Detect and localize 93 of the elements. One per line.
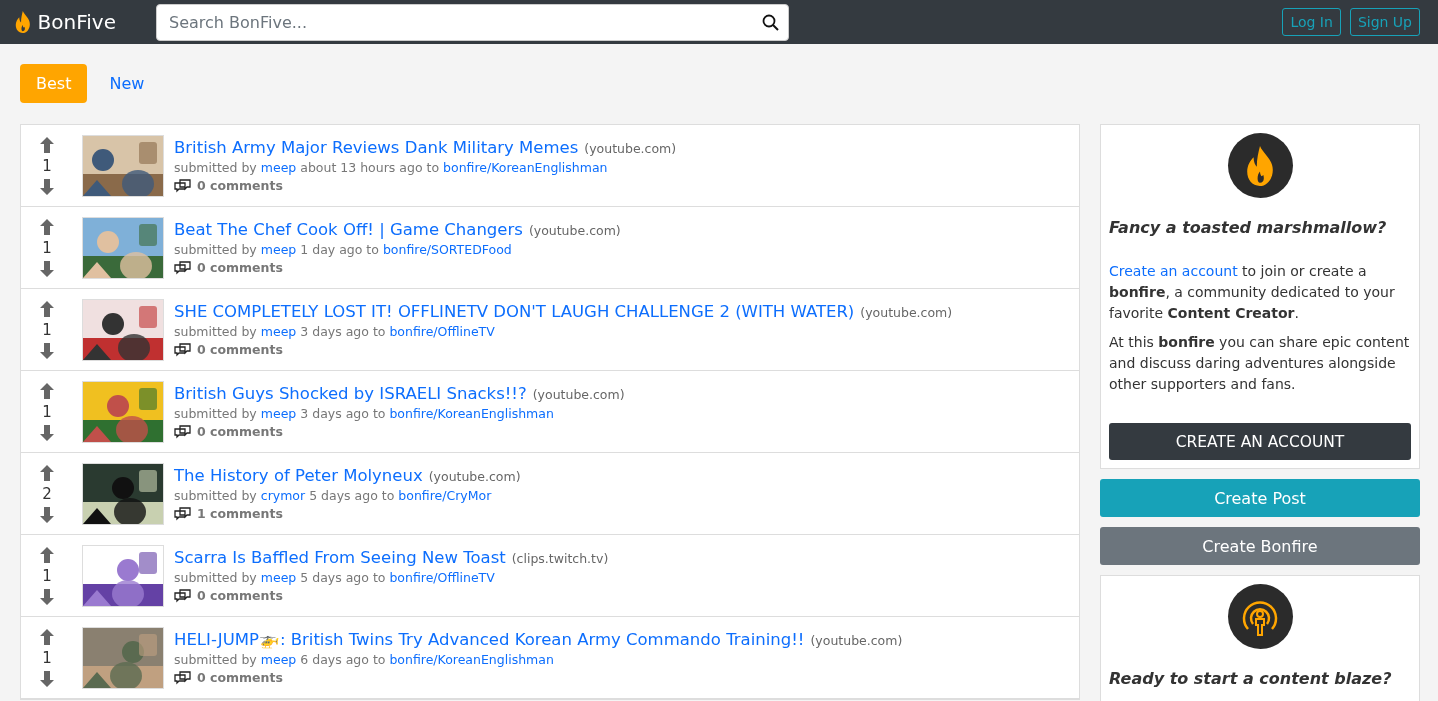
- card-paragraph: At this bonfire you can share epic content and discuss daring adventures alongside other supporters and fans.: [1109, 333, 1411, 394]
- downvote-arrow-icon[interactable]: [40, 588, 54, 605]
- vote-score: 1: [42, 238, 52, 257]
- post-age-text: about 13 hours ago to: [300, 160, 440, 175]
- comments-link[interactable]: 0 comments: [197, 588, 283, 603]
- upvote-arrow-icon[interactable]: [40, 300, 54, 317]
- card-heading: Fancy a toasted marshmallow?: [1109, 218, 1388, 237]
- username-link[interactable]: meep: [260, 570, 297, 585]
- search-field[interactable]: Search BonFive...: [156, 3, 789, 41]
- downvote-arrow-icon[interactable]: [40, 342, 54, 359]
- vote-score: 2: [42, 484, 52, 503]
- upvote-arrow-icon[interactable]: [40, 628, 54, 645]
- post-title-link[interactable]: British Army Major Reviews Dank Military Memes: [174, 138, 579, 157]
- comments-link[interactable]: 0 comments: [197, 670, 283, 685]
- comment-bubbles-icon: [174, 588, 191, 603]
- comment-bubbles-icon: [174, 342, 191, 357]
- comment-bubbles-icon: [174, 178, 191, 193]
- username-link[interactable]: meep: [260, 160, 297, 175]
- downvote-arrow-icon[interactable]: [40, 424, 54, 441]
- comment-bubbles-icon: [174, 506, 191, 521]
- vote-score: 1: [42, 156, 52, 175]
- username-link[interactable]: meep: [260, 242, 297, 257]
- card-heading: Ready to start a content blaze?: [1109, 669, 1393, 688]
- submitted-by-text: submitted by: [174, 242, 257, 257]
- comments-link[interactable]: 1 comments: [197, 506, 283, 521]
- post-title-link[interactable]: British Guys Shocked by ISRAELI Snacks!!?: [174, 384, 527, 403]
- community-link[interactable]: bonfire/SORTEDFood: [382, 242, 512, 257]
- submitted-by-text: submitted by: [174, 160, 257, 175]
- site-logo[interactable]: BonFive: [37, 10, 116, 34]
- community-link[interactable]: bonfire/OfflineTV: [389, 570, 495, 585]
- create-post-button[interactable]: Create Post: [1100, 479, 1420, 517]
- post-domain: (youtube.com): [428, 469, 521, 484]
- post-domain: (youtube.com): [528, 223, 621, 238]
- post-age-text: 5 days ago to: [309, 488, 395, 503]
- create-bonfire-button[interactable]: Create Bonfire: [1100, 527, 1420, 565]
- post-title-link[interactable]: The History of Peter Molyneux: [174, 466, 423, 485]
- downvote-arrow-icon[interactable]: [40, 260, 54, 277]
- login-button[interactable]: Log In: [1282, 8, 1341, 36]
- submitted-by-text: submitted by: [174, 406, 257, 421]
- username-link[interactable]: crymor: [260, 488, 306, 503]
- comments-link[interactable]: 0 comments: [197, 178, 283, 193]
- community-link[interactable]: bonfire/CryMor: [398, 488, 492, 503]
- comments-link[interactable]: 0 comments: [197, 260, 283, 275]
- upvote-arrow-icon[interactable]: [40, 382, 54, 399]
- post-title-link[interactable]: HELI-JUMP🚁: British Twins Try Advanced Korean Army Commando Training!!: [174, 630, 805, 649]
- community-link[interactable]: bonfire/KoreanEnglishman: [443, 160, 608, 175]
- post-age-text: 6 days ago to: [300, 652, 386, 667]
- create-account-button[interactable]: CREATE AN ACCOUNT: [1109, 423, 1411, 460]
- post-domain: (youtube.com): [860, 305, 953, 320]
- card-paragraph: Create an account to join or create a bonfire, a community dedicated to your favorite Content Creator.: [1109, 262, 1396, 323]
- post-title-link[interactable]: Beat The Chef Cook Off! | Game Changers: [174, 220, 523, 239]
- post-title-link[interactable]: SHE COMPLETELY LOST IT! OFFLINETV DON'T LAUGH CHALLENGE 2 (WITH WATER): [174, 302, 855, 321]
- community-link[interactable]: bonfire/KoreanEnglishman: [389, 406, 554, 421]
- post-title-link[interactable]: Scarra Is Baffled From Seeing New Toast: [174, 548, 506, 567]
- community-link[interactable]: bonfire/KoreanEnglishman: [389, 652, 554, 667]
- post-age-text: 1 day ago to: [300, 242, 379, 257]
- post-domain: (youtube.com): [810, 633, 903, 648]
- post-domain: (youtube.com): [584, 141, 677, 156]
- post-age-text: 5 days ago to: [300, 570, 386, 585]
- post-domain: (youtube.com): [532, 387, 625, 402]
- username-link[interactable]: meep: [260, 324, 297, 339]
- sort-tab[interactable]: New: [93, 64, 161, 103]
- upvote-arrow-icon[interactable]: [40, 218, 54, 235]
- downvote-arrow-icon[interactable]: [40, 670, 54, 687]
- comment-bubbles-icon: [174, 260, 191, 275]
- upvote-arrow-icon[interactable]: [40, 546, 54, 563]
- comment-bubbles-icon: [174, 670, 191, 685]
- community-link[interactable]: bonfire/OfflineTV: [389, 324, 495, 339]
- upvote-arrow-icon[interactable]: [40, 136, 54, 153]
- downvote-arrow-icon[interactable]: [40, 506, 54, 523]
- post-age-text: 3 days ago to: [300, 406, 386, 421]
- downvote-arrow-icon[interactable]: [40, 178, 54, 195]
- comments-link[interactable]: 0 comments: [197, 342, 283, 357]
- username-link[interactable]: meep: [260, 652, 297, 667]
- comment-bubbles-icon: [174, 424, 191, 439]
- upvote-arrow-icon[interactable]: [40, 464, 54, 481]
- create-account-link[interactable]: Create an account: [1109, 263, 1238, 279]
- vote-score: 1: [42, 566, 52, 585]
- post-domain: (clips.twitch.tv): [511, 551, 609, 566]
- comments-link[interactable]: 0 comments: [197, 424, 283, 439]
- submitted-by-text: submitted by: [174, 652, 257, 667]
- vote-score: 1: [42, 402, 52, 421]
- signup-button[interactable]: Sign Up: [1349, 8, 1420, 36]
- vote-score: 1: [42, 648, 52, 667]
- submitted-by-text: submitted by: [174, 488, 257, 503]
- submitted-by-text: submitted by: [174, 324, 257, 339]
- post-age-text: 3 days ago to: [300, 324, 386, 339]
- flame-icon: [1244, 145, 1276, 186]
- flame-icon: [14, 11, 32, 33]
- submitted-by-text: submitted by: [174, 570, 257, 585]
- username-link[interactable]: meep: [260, 406, 297, 421]
- search-icon[interactable]: [762, 13, 779, 31]
- vote-score: 1: [42, 320, 52, 339]
